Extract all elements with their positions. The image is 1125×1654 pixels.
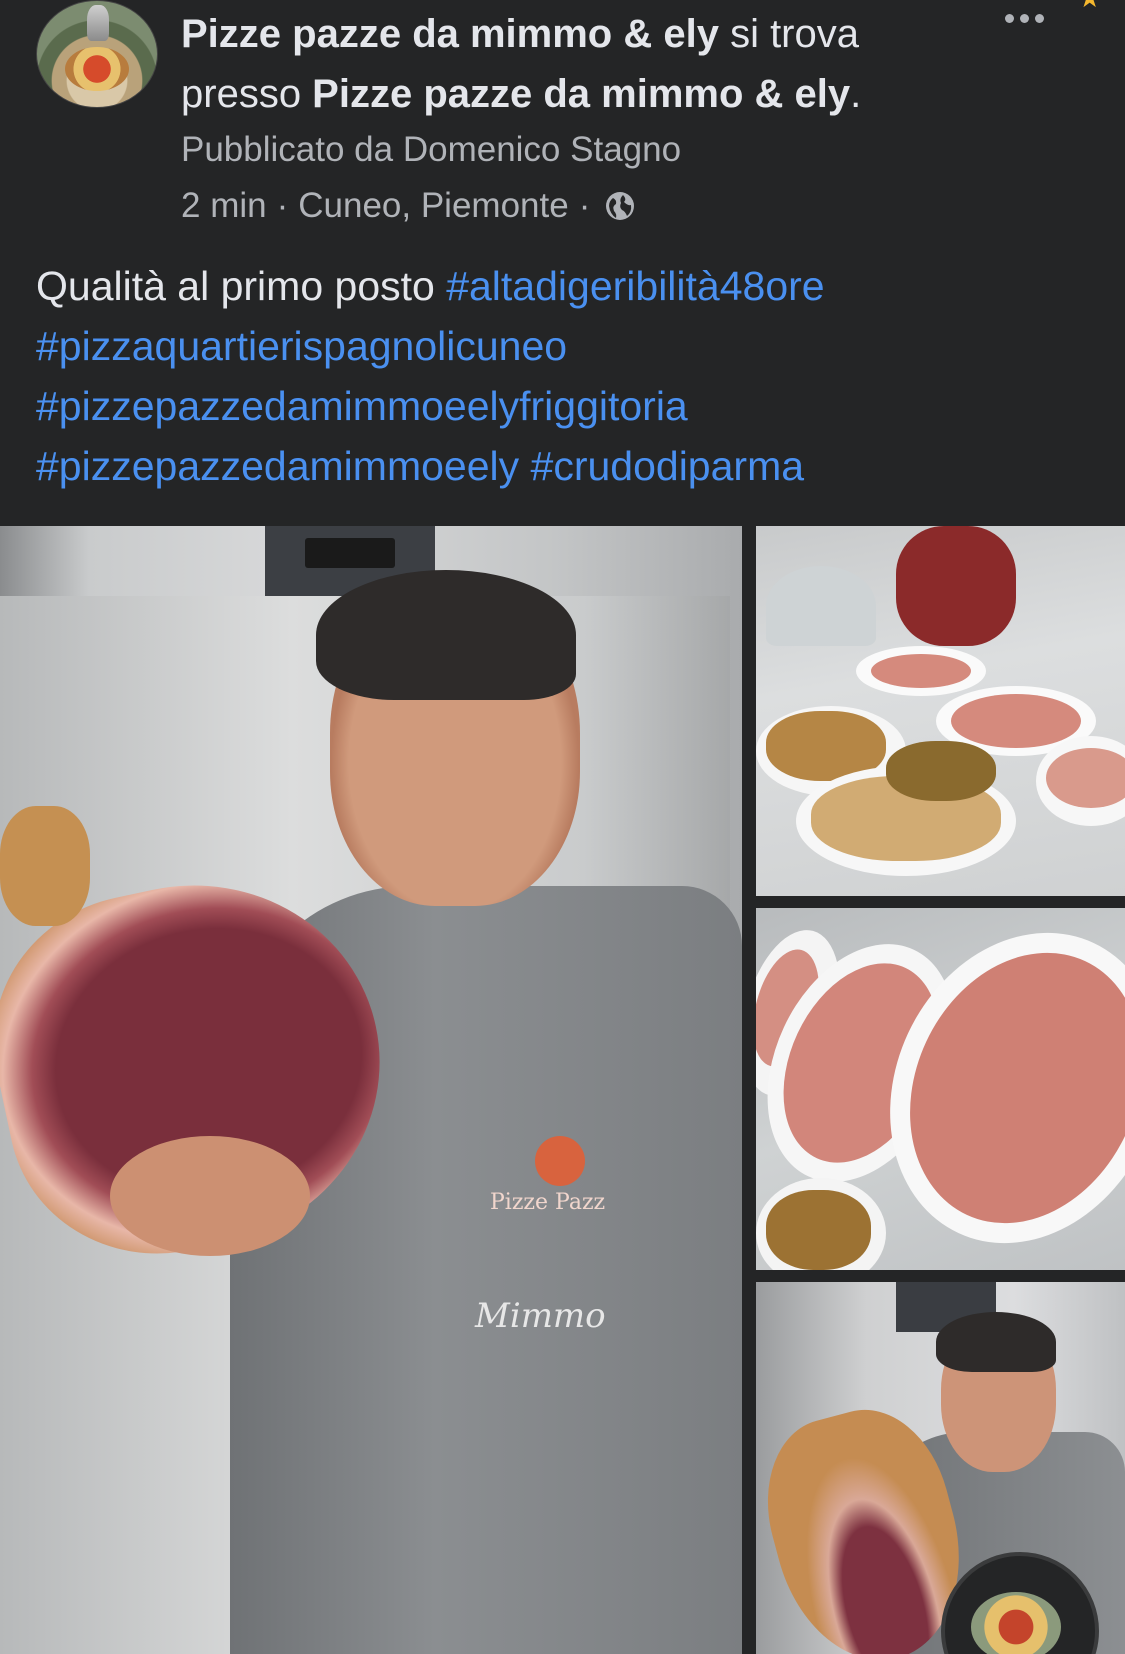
photo-table-food[interactable] [756, 526, 1125, 896]
photo-main[interactable]: Pizze Pazz Mimmo [0, 526, 742, 1654]
apron-logo-text: Pizze Pazz [490, 1190, 606, 1215]
page-avatar[interactable] [36, 0, 158, 108]
child-sweater [896, 526, 1016, 646]
meta-separator: · [578, 186, 591, 225]
post-location[interactable]: Cuneo, Piemonte [298, 186, 568, 226]
avatar-teapot [87, 5, 109, 41]
caption-text: Qualità al primo posto [36, 263, 447, 309]
post-meta: 2 min · Cuneo, Piemonte · [181, 186, 636, 226]
photo-chef-small[interactable] [756, 1282, 1125, 1654]
avatar-pizza [65, 47, 129, 91]
hashtag-link[interactable]: #crudodiparma [531, 443, 805, 489]
hashtag-link[interactable]: #altadigeribilità48ore [446, 263, 824, 309]
hashtag-link[interactable]: #pizzepazzedamimmoeely [36, 443, 519, 489]
post-header-line: Pizze pazze da mimmo & ely si trova pres… [181, 4, 961, 124]
photo-ham-plates[interactable] [756, 908, 1125, 1270]
globe-icon[interactable] [604, 190, 636, 222]
ham-slices [871, 654, 971, 688]
fridge-display [305, 538, 395, 568]
croquettes [886, 741, 996, 801]
meta-separator: · [276, 186, 289, 225]
location-link[interactable]: Pizze pazze da mimmo & ely [312, 72, 850, 116]
ham-hock [0, 806, 90, 926]
chef-hair [316, 570, 576, 700]
ham-slices [951, 694, 1081, 748]
post-caption: Qualità al primo posto #altadigeribilità… [36, 256, 1096, 496]
page-name-link[interactable]: Pizze pazze da mimmo & ely [181, 12, 719, 56]
hand [110, 1136, 310, 1256]
published-by[interactable]: Pubblicato da Domenico Stagno [181, 130, 681, 170]
star-icon: ★ [1078, 0, 1108, 10]
apron-name: Mimmo [475, 1296, 606, 1336]
overlay-avatar-pizza [971, 1592, 1061, 1654]
header-end-punct: . [850, 72, 862, 116]
cake-dome [766, 566, 876, 646]
hashtag-link[interactable]: #pizzepazzedamimmoeelyfriggitoria [36, 383, 688, 429]
croquettes [766, 1190, 871, 1270]
hashtag-link[interactable]: #pizzaquartierispagnolicuneo [36, 323, 567, 369]
post: Pizze pazze da mimmo & ely si trova pres… [0, 0, 1125, 1654]
post-time[interactable]: 2 min [181, 186, 267, 226]
chef-hair [936, 1312, 1056, 1372]
more-options-icon[interactable] [996, 0, 1052, 36]
apron-logo-icon [535, 1136, 585, 1186]
